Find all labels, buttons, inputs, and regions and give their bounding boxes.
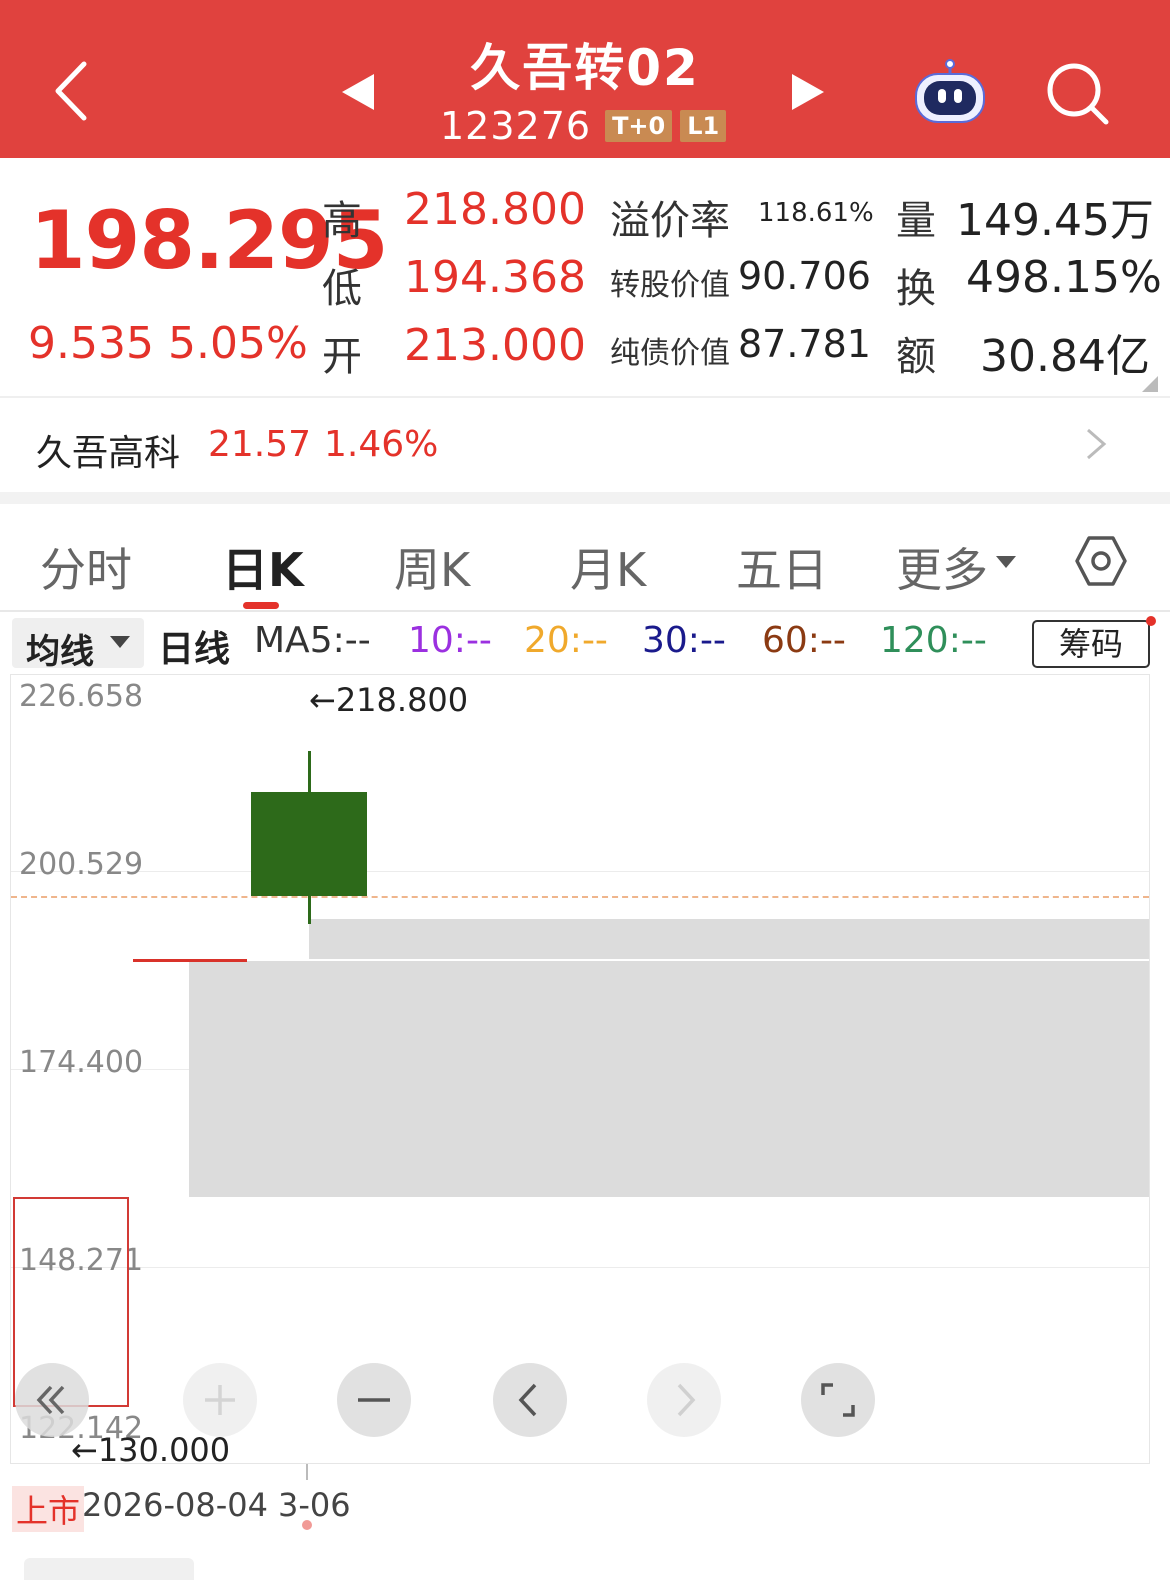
x-axis-marker-dot [302, 1520, 312, 1530]
fullscreen-button[interactable] [801, 1363, 875, 1437]
ma60-value: 60:-- [762, 620, 846, 661]
moving-average-row: 均线 日线 MA5:-- 10:-- 20:-- 30:-- 60:-- 120… [0, 612, 1170, 674]
turnover-label: 换 [896, 266, 936, 312]
caret-down-icon [110, 636, 130, 648]
double-chevron-left-icon [36, 1385, 65, 1415]
bond-code: 123276 [440, 104, 592, 148]
current-price-line [11, 895, 1149, 898]
t0-tag: T+0 [605, 110, 673, 142]
ma20-value: 20:-- [524, 620, 608, 661]
volume-label: 量 [896, 198, 936, 244]
price-change: 9.535 [28, 318, 154, 369]
y-tick-label: 174.400 [19, 1045, 144, 1080]
caret-down-icon [996, 556, 1016, 568]
robot-assistant-icon[interactable] [910, 56, 990, 126]
gridline [11, 1267, 1149, 1268]
bond-code-line: 123276 T+0 L1 [440, 104, 734, 148]
tab-monthly-k[interactable]: 月K [570, 534, 646, 600]
high-label: 高 [322, 198, 362, 244]
underlying-stock-row[interactable]: 久吾高科 21.57 1.46% [0, 398, 1170, 492]
top-bar: 久吾转02 123276 T+0 L1 [0, 0, 1170, 158]
underlying-stock-change-pct: 1.46% [324, 424, 439, 465]
underlying-stock-name: 久吾高科 [36, 433, 181, 474]
premium-value: 118.61% [758, 198, 874, 228]
scroll-left-button[interactable] [493, 1363, 567, 1437]
conversion-value-label: 转股价值 [610, 268, 730, 303]
underlying-stock-price: 21.57 [208, 424, 312, 465]
chip-distribution-block [309, 919, 1149, 959]
turnover-value: 498.15% [966, 252, 1162, 303]
chip-distribution-block [189, 961, 1149, 1197]
scroll-to-start-button[interactable] [15, 1363, 89, 1437]
x-axis-start-date: 2026-08-04 [82, 1486, 268, 1524]
bottom-sheet-handle[interactable] [24, 1558, 194, 1580]
plus-icon [205, 1385, 235, 1415]
gridline [11, 871, 1149, 872]
kline-chart[interactable]: 226.658 200.529 174.400 148.271 122.142 … [10, 674, 1150, 1469]
expand-corner-icon[interactable] [1142, 376, 1158, 392]
ma-type-select[interactable]: 均线 [12, 618, 144, 672]
x-axis-date-row: 上市 2026-08-04 3-06 [0, 1470, 1170, 1540]
high-annotation: ←218.800 [309, 681, 469, 719]
minus-icon [358, 1398, 390, 1402]
l1-tag: L1 [680, 110, 727, 142]
zoom-out-button[interactable] [337, 1363, 411, 1437]
open-value: 213.000 [404, 320, 586, 371]
search-icon[interactable] [1044, 60, 1110, 126]
chip-distribution-button[interactable]: 筹码 [1032, 620, 1150, 668]
tab-intraday[interactable]: 分时 [40, 534, 132, 600]
bond-title: 久吾转02 [470, 39, 700, 97]
chart-period-tabs: 分时 日K 周K 月K 五日 更多 [0, 504, 1170, 610]
low-label: 低 [322, 266, 362, 312]
active-tab-indicator [243, 602, 279, 609]
chevron-left-icon [518, 1383, 537, 1417]
y-tick-label: 226.658 [19, 679, 144, 714]
volume-value: 149.45万 [956, 195, 1154, 246]
open-label: 开 [322, 334, 362, 380]
ma10-value: 10:-- [408, 620, 492, 661]
notification-dot [1146, 616, 1156, 626]
amount-value: 30.84亿 [980, 331, 1150, 382]
x-axis-end-date: 3-06 [278, 1486, 351, 1524]
listing-date-tag: 上市 [12, 1486, 85, 1532]
quote-panel: 198.295 9.535 5.05% 高 218.800 低 194.368 … [0, 158, 1170, 396]
y-tick-label: 200.529 [19, 847, 144, 882]
zoom-in-button[interactable] [183, 1363, 257, 1437]
bond-value-label: 纯债价值 [610, 336, 730, 371]
amount-label: 额 [896, 334, 936, 380]
period-label: 日线 [158, 629, 231, 670]
tab-more[interactable]: 更多 [896, 534, 988, 600]
ma30-value: 30:-- [642, 620, 726, 661]
ma120-value: 120:-- [880, 620, 987, 661]
price-tick-mark [133, 959, 247, 962]
tab-weekly-k[interactable]: 周K [394, 534, 470, 600]
next-bond-icon[interactable] [790, 72, 826, 112]
tab-daily-k[interactable]: 日K [222, 534, 304, 600]
chevron-right-icon [677, 1383, 696, 1417]
ma5-value: MA5:-- [254, 620, 371, 661]
section-gap [0, 492, 1170, 504]
fullscreen-icon [821, 1383, 855, 1417]
candle-body[interactable] [251, 791, 367, 896]
chevron-right-icon [1087, 428, 1107, 460]
premium-label: 溢价率 [610, 198, 730, 244]
scroll-right-button[interactable] [647, 1363, 721, 1437]
ma-type-label: 均线 [26, 632, 94, 672]
conversion-value: 90.706 [738, 254, 871, 298]
price-change-pct: 5.05% [168, 318, 308, 369]
low-value: 194.368 [404, 252, 586, 303]
tab-five-day[interactable]: 五日 [736, 534, 828, 600]
bond-value: 87.781 [738, 322, 871, 366]
settings-hexagon-icon[interactable] [1074, 534, 1128, 588]
high-value: 218.800 [404, 184, 586, 235]
